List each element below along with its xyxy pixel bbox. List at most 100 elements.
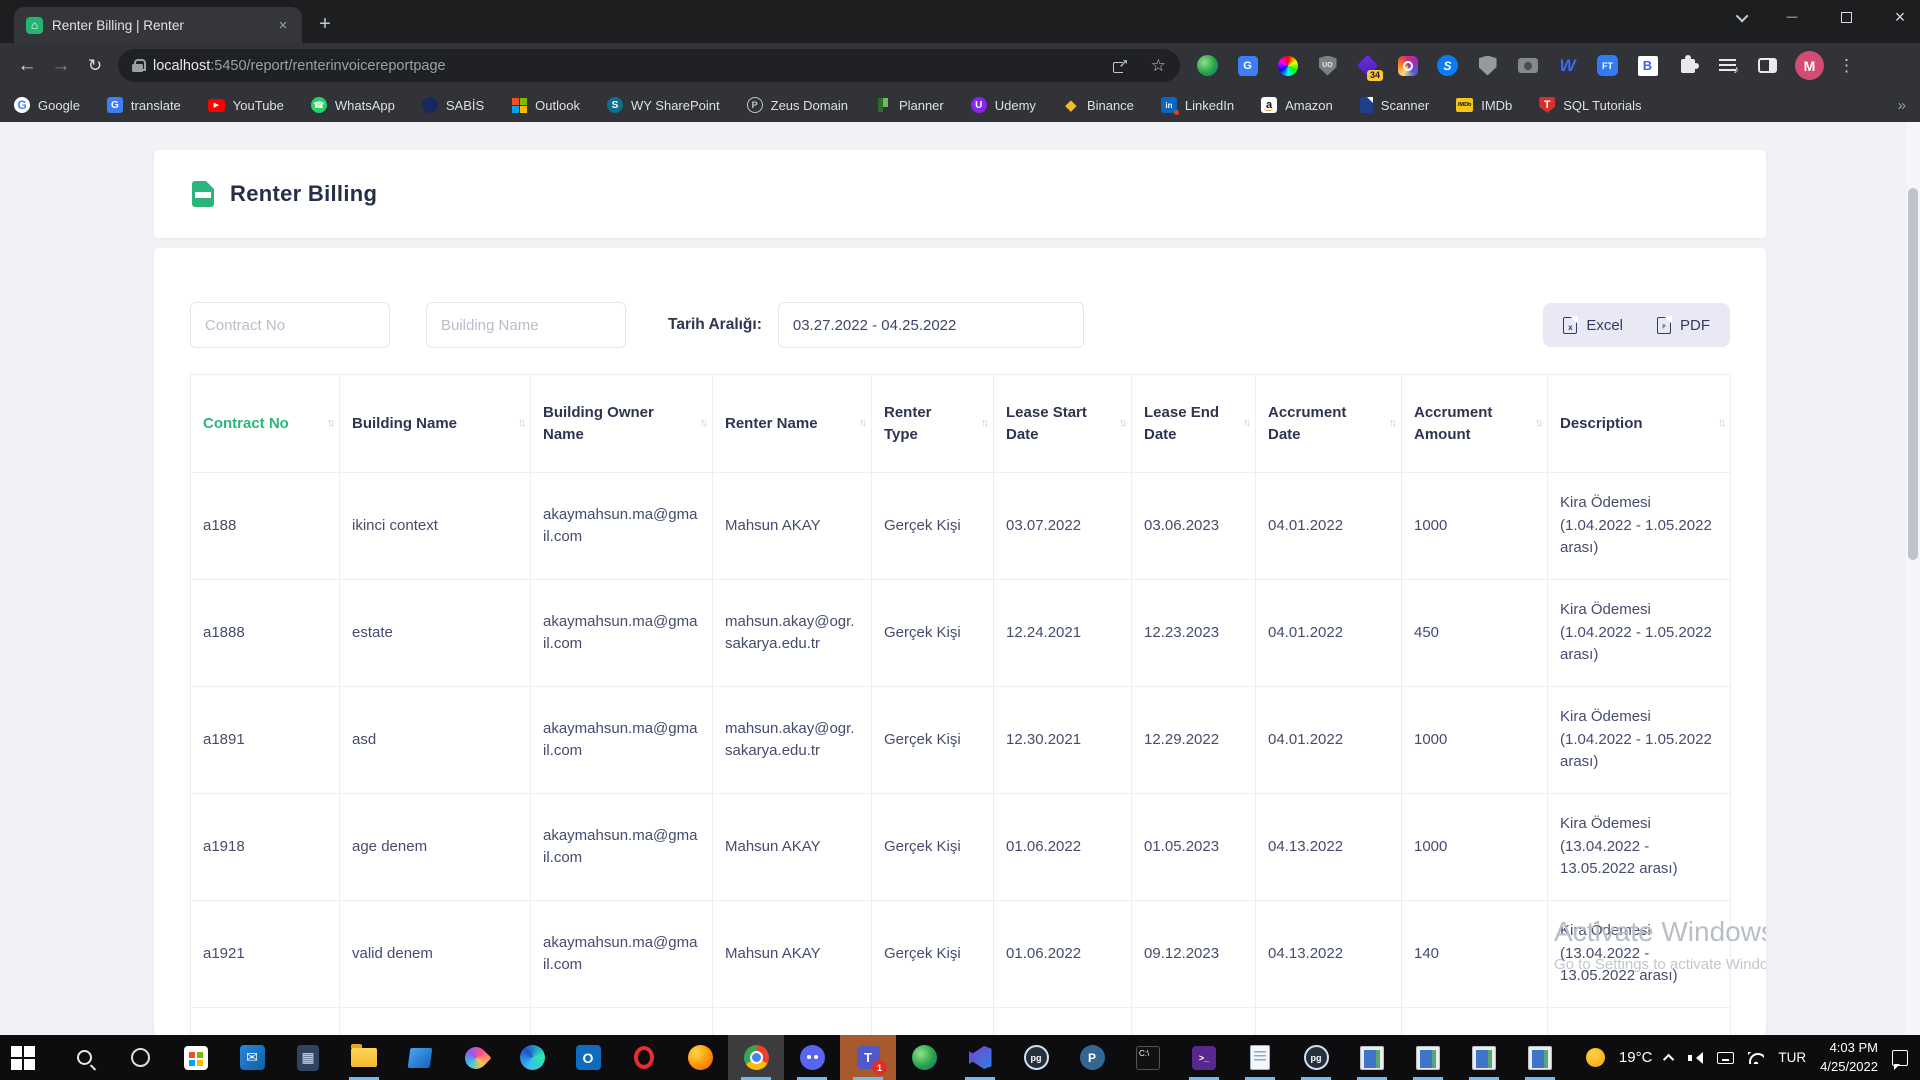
bookmark-whatsapp[interactable]: WhatsApp [311, 97, 395, 113]
back-button[interactable] [10, 49, 44, 83]
action-center-icon[interactable] [1892, 1050, 1908, 1066]
ublock-origin-icon[interactable] [1316, 54, 1339, 77]
ssms-window[interactable] [1456, 1035, 1512, 1080]
sort-icon[interactable]: ↑↓ [1243, 416, 1248, 432]
lock-icon[interactable] [132, 59, 143, 72]
cortana-button[interactable] [112, 1035, 168, 1080]
column-header[interactable]: Accrument Date↑↓ [1256, 375, 1402, 473]
touch-keyboard-icon[interactable] [1717, 1052, 1734, 1064]
ssms-window[interactable] [1400, 1035, 1456, 1080]
bookmark-sabis[interactable]: SABİS [422, 97, 484, 113]
extensions-puzzle-icon[interactable] [1676, 54, 1699, 77]
windows-terminal-app[interactable] [1176, 1035, 1232, 1080]
opera-browser-app[interactable] [616, 1035, 672, 1080]
media-queue-icon[interactable] [1716, 54, 1739, 77]
your-phone-app[interactable] [392, 1035, 448, 1080]
bookmark-planner[interactable]: Planner [875, 97, 944, 113]
bookmark-star-icon[interactable] [1151, 56, 1166, 76]
reload-button[interactable] [78, 49, 112, 83]
new-tab-button[interactable] [310, 9, 340, 39]
column-header[interactable]: Renter Type↑↓ [872, 375, 994, 473]
microsoft-store-app[interactable] [168, 1035, 224, 1080]
excel-export-button[interactable]: Excel [1563, 317, 1623, 334]
color-wheel-icon[interactable] [1276, 54, 1299, 77]
instagram-camera-icon[interactable] [1396, 54, 1419, 77]
column-header[interactable]: Building Name↑↓ [340, 375, 531, 473]
edge-browser-app[interactable] [504, 1035, 560, 1080]
bookmark-amazon[interactable]: Amazon [1261, 97, 1333, 113]
ft-extension-icon[interactable] [1596, 54, 1619, 77]
close-button[interactable] [1890, 7, 1910, 28]
clock[interactable]: 4:03 PM 4/25/2022 [1820, 1039, 1878, 1077]
weather-temperature[interactable]: 19°C [1619, 1049, 1653, 1066]
bookmark-binance[interactable]: Binance [1063, 97, 1134, 113]
pgadmin-window[interactable] [1288, 1035, 1344, 1080]
column-header[interactable]: Contract No↑↓ [191, 375, 340, 473]
screenshot-camera-icon[interactable] [1516, 54, 1539, 77]
idm-app[interactable] [896, 1035, 952, 1080]
teams-app[interactable]: 1 [840, 1035, 896, 1080]
language-indicator[interactable]: TUR [1778, 1050, 1806, 1065]
bookmark-google[interactable]: Google [14, 97, 80, 113]
cmd-app[interactable] [1120, 1035, 1176, 1080]
google-translate-icon[interactable] [1236, 54, 1259, 77]
wifi-icon[interactable] [1748, 1052, 1764, 1064]
bookmark-udemy[interactable]: Udemy [971, 97, 1036, 113]
b-extension-icon[interactable] [1636, 54, 1659, 77]
notepad-app[interactable] [1232, 1035, 1288, 1080]
shazam-icon[interactable] [1436, 54, 1459, 77]
forward-button[interactable] [44, 49, 78, 83]
chrome-browser-app[interactable] [728, 1035, 784, 1080]
sort-icon[interactable]: ↑↓ [518, 416, 523, 432]
sort-icon[interactable]: ↑↓ [1119, 416, 1124, 432]
search-button[interactable] [56, 1035, 112, 1080]
sort-icon[interactable]: ↑↓ [327, 416, 332, 432]
bookmark-imdb[interactable]: IMDb [1456, 98, 1512, 113]
ssms-window[interactable] [1512, 1035, 1568, 1080]
address-bar[interactable]: localhost:5450/report/renterinvoicerepor… [118, 49, 1180, 82]
bookmark-linkedin[interactable]: LinkedIn [1161, 97, 1234, 113]
sort-icon[interactable]: ↑↓ [1535, 416, 1540, 432]
browser-tab[interactable]: Renter Billing | Renter [14, 7, 302, 43]
wave-extension-icon[interactable] [1556, 54, 1579, 77]
outlook-app[interactable] [560, 1035, 616, 1080]
minimize-button[interactable] [1782, 11, 1802, 23]
firefox-browser-app[interactable] [672, 1035, 728, 1080]
building-name-input[interactable] [426, 302, 626, 348]
bookmark-translate[interactable]: translate [107, 97, 181, 113]
calculator-app[interactable] [280, 1035, 336, 1080]
column-header[interactable]: Accrument Amount↑↓ [1402, 375, 1548, 473]
shield-icon[interactable] [1476, 54, 1499, 77]
weather-sun-icon[interactable] [1586, 1048, 1605, 1067]
profile-avatar[interactable]: M [1795, 51, 1824, 80]
column-header[interactable]: Renter Name↑↓ [713, 375, 872, 473]
paint3d-app[interactable] [448, 1035, 504, 1080]
bookmark-wy-sharepoint[interactable]: WY SharePoint [607, 97, 720, 113]
bookmark-youtube[interactable]: YouTube [208, 98, 284, 113]
column-header[interactable]: Lease Start Date↑↓ [994, 375, 1132, 473]
start-button[interactable] [0, 1035, 56, 1080]
date-range-input[interactable] [778, 302, 1084, 348]
sort-icon[interactable]: ↑↓ [1389, 416, 1394, 432]
bookmark-zeus-domain[interactable]: Zeus Domain [747, 97, 848, 113]
pgadmin-app[interactable] [1008, 1035, 1064, 1080]
contract-no-input[interactable] [190, 302, 390, 348]
scrollbar-thumb[interactable] [1908, 188, 1918, 560]
bookmark-sql-tutorials[interactable]: SQL Tutorials [1539, 97, 1641, 113]
sort-icon[interactable]: ↑↓ [859, 416, 864, 432]
purple-app-icon[interactable]: 34 [1356, 54, 1379, 77]
side-panel-icon[interactable] [1756, 54, 1779, 77]
share-icon[interactable] [1113, 59, 1129, 73]
tab-close-icon[interactable] [274, 16, 292, 34]
bookmark-outlook[interactable]: Outlook [511, 97, 580, 113]
file-explorer-app[interactable] [336, 1035, 392, 1080]
column-header[interactable]: Building Owner Name↑↓ [531, 375, 713, 473]
bookmarks-overflow-icon[interactable] [1898, 97, 1906, 114]
search-tabs-icon[interactable] [1736, 9, 1749, 22]
mail-app[interactable] [224, 1035, 280, 1080]
vscode-app[interactable] [952, 1035, 1008, 1080]
sort-icon[interactable]: ↑↓ [1718, 416, 1723, 432]
discord-app[interactable] [784, 1035, 840, 1080]
column-header[interactable]: Lease End Date↑↓ [1132, 375, 1256, 473]
postgresql-app[interactable] [1064, 1035, 1120, 1080]
